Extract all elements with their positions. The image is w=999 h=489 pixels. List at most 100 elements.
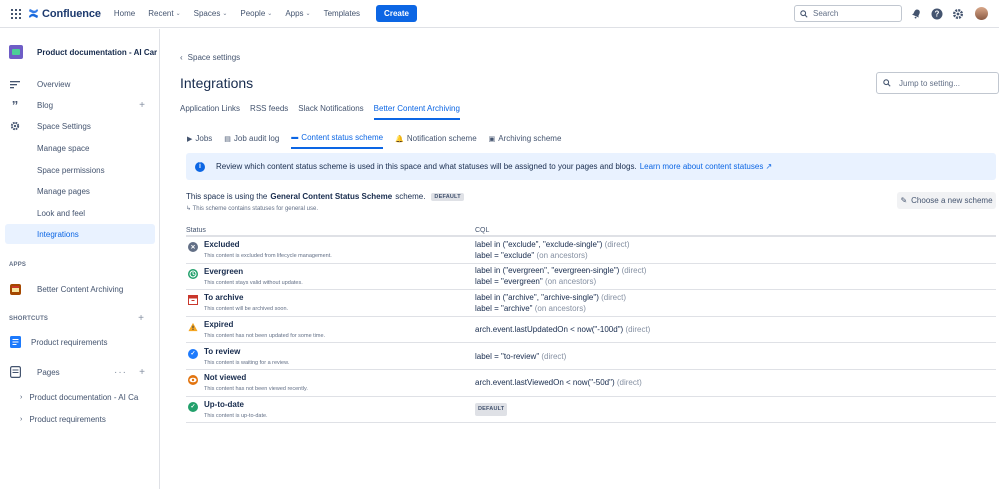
nav-recent[interactable]: Recent ⌄ [148, 9, 180, 18]
archive-app-icon [9, 283, 21, 295]
default-badge: DEFAULT [431, 192, 464, 201]
sidebar-item-space-permissions[interactable]: Space permissions [0, 160, 155, 180]
chevron-down-icon: ⌄ [222, 11, 228, 17]
scheme-prefix: This space is using the [186, 192, 268, 201]
overview-icon [9, 80, 21, 89]
status-desc: This content stays valid without updates… [204, 279, 303, 286]
subtab-label: Notification scheme [406, 134, 477, 143]
top-icons: ? [910, 7, 988, 20]
cql-cell: arch.event.lastViewedOn < now("-50d") (d… [475, 377, 642, 388]
sidebar-item-label: Blog [37, 100, 54, 110]
cql-note: (on ancestors) [534, 303, 586, 313]
chevron-down-icon: ⌄ [175, 11, 181, 17]
status-table: Status CQL ✕ Excluded This content is exc… [186, 225, 996, 424]
scheme-subtext: ↳ This scheme contains statuses for gene… [186, 206, 318, 212]
archive-icon: ▣ [488, 135, 496, 143]
jump-to-setting-input[interactable]: Jump to setting... [876, 72, 999, 94]
sidebar-app-better-content-archiving[interactable]: Better Content Archiving [0, 279, 155, 299]
chevron-down-icon: ⌄ [305, 11, 311, 17]
app-switcher-icon[interactable] [11, 8, 21, 19]
add-shortcut-plus-icon[interactable]: + [138, 313, 144, 324]
subtab-content-status-scheme[interactable]: ▬ Content status scheme [291, 133, 384, 149]
sidebar-item-label: Space Settings [37, 121, 91, 131]
settings-gear-icon[interactable] [952, 8, 964, 20]
back-to-space-settings[interactable]: ‹ Space settings [180, 53, 240, 62]
tab-application-links[interactable]: Application Links [180, 104, 240, 120]
page-tree-label: Product documentation - AI Ca... [29, 392, 140, 402]
sidebar-item-overview[interactable]: Overview [0, 74, 155, 94]
subtab-archiving-scheme[interactable]: ▣ Archiving scheme [489, 133, 562, 149]
sidebar-item-label: Overview [37, 79, 71, 89]
nav-home[interactable]: Home [114, 9, 135, 18]
sidebar-item-blog[interactable]: ” Blog + [0, 95, 155, 115]
nav-templates[interactable]: Templates [324, 9, 360, 18]
chevron-right-icon[interactable]: › [20, 394, 22, 401]
cql-expression: arch.event.lastUpdatedOn < now("-100d") [475, 325, 624, 335]
subtab-jobs[interactable]: ▶ Jobs [187, 133, 212, 149]
sidebar-item-integrations[interactable]: Integrations [5, 224, 155, 244]
banner-text: Review which content status scheme is us… [216, 162, 637, 171]
nav-people-label: People [240, 9, 266, 18]
archive-box-icon [188, 295, 198, 306]
gear-icon [9, 121, 21, 131]
space-header[interactable]: Product documentation - AI Car [9, 45, 157, 59]
subtab-label: Jobs [195, 134, 213, 143]
cql-note: (direct) [604, 239, 630, 249]
sidebar-item-space-settings[interactable]: Space Settings [0, 116, 155, 136]
sidebar-item-label: Manage pages [37, 186, 90, 196]
learn-more-link[interactable]: Learn more about content statuses ↗ [640, 162, 773, 171]
sidebar-item-manage-pages[interactable]: Manage pages [0, 181, 155, 201]
status-desc: This content will be archived soon. [204, 306, 289, 313]
sidebar: Product documentation - AI Car Overview … [0, 29, 160, 489]
main-content: ‹ Space settings Integrations Jump to se… [161, 29, 999, 489]
sidebar-item-label: Space permissions [37, 165, 105, 175]
table-row: Evergreen This content stays valid withou… [186, 264, 996, 291]
table-row: To archive This content will be archived … [186, 290, 996, 317]
status-desc: This content is up-to-date. [204, 412, 268, 419]
status-name: Not viewed [204, 373, 247, 383]
search-input[interactable]: Search [794, 5, 902, 22]
cql-expression: arch.event.lastViewedOn < now("-50d") [475, 378, 615, 388]
eye-icon [188, 375, 198, 386]
bell-icon: 🔔 [395, 135, 404, 143]
info-icon: i [195, 161, 205, 172]
info-banner: i Review which content status scheme is … [186, 153, 996, 180]
subtab-job-audit-log[interactable]: ▤ Job audit log [224, 133, 279, 149]
chevron-right-icon[interactable]: › [20, 416, 22, 423]
more-dots-icon[interactable]: ··· [114, 367, 127, 378]
tab-slack-notifications[interactable]: Slack Notifications [298, 104, 363, 120]
search-icon [883, 79, 891, 87]
tab-rss-feeds[interactable]: RSS feeds [250, 104, 288, 120]
add-page-plus-icon[interactable]: + [139, 367, 145, 378]
page-tree-item[interactable]: › Product requirements [0, 409, 155, 429]
space-name: Product documentation - AI Car [37, 47, 157, 57]
subtab-label: Content status scheme [301, 133, 384, 142]
chevron-down-icon: ⌄ [267, 11, 273, 17]
status-desc: This content has not been viewed recentl… [204, 386, 308, 393]
cql-cell: label = "to-review" (direct) [475, 351, 566, 362]
choose-new-scheme-button[interactable]: ✎ Choose a new scheme [897, 192, 996, 209]
sidebar-item-manage-space[interactable]: Manage space [0, 138, 155, 158]
check-icon: ✓ [188, 401, 198, 412]
nav-people[interactable]: People ⌄ [240, 9, 272, 18]
user-avatar[interactable] [975, 7, 988, 20]
sidebar-item-pages[interactable]: Pages ··· + [0, 362, 155, 382]
table-row: ✕ Excluded This content is excluded from … [186, 237, 996, 264]
table-header: Status CQL [186, 225, 996, 237]
add-blog-plus-icon[interactable]: + [139, 100, 145, 111]
subtab-notification-scheme[interactable]: 🔔 Notification scheme [395, 133, 477, 149]
create-button[interactable]: Create [376, 5, 417, 22]
nav-spaces[interactable]: Spaces ⌄ [194, 9, 228, 18]
confluence-logo[interactable]: Confluence [28, 8, 101, 20]
nav-apps[interactable]: Apps ⌄ [285, 9, 310, 18]
notifications-icon[interactable] [910, 8, 922, 20]
header-cql: CQL [475, 226, 490, 234]
page-tree-item[interactable]: › Product documentation - AI Ca... [0, 387, 155, 407]
cql-expression: label = "exclude" [475, 250, 535, 260]
help-icon[interactable]: ? [931, 8, 943, 20]
sidebar-shortcut-product-requirements[interactable]: Product requirements [0, 332, 155, 352]
cql-note: (direct) [621, 266, 647, 276]
tab-better-content-archiving[interactable]: Better Content Archiving [373, 104, 460, 120]
sidebar-item-look-and-feel[interactable]: Look and feel [0, 203, 155, 223]
table-row: Not viewed This content has not been view… [186, 370, 996, 397]
